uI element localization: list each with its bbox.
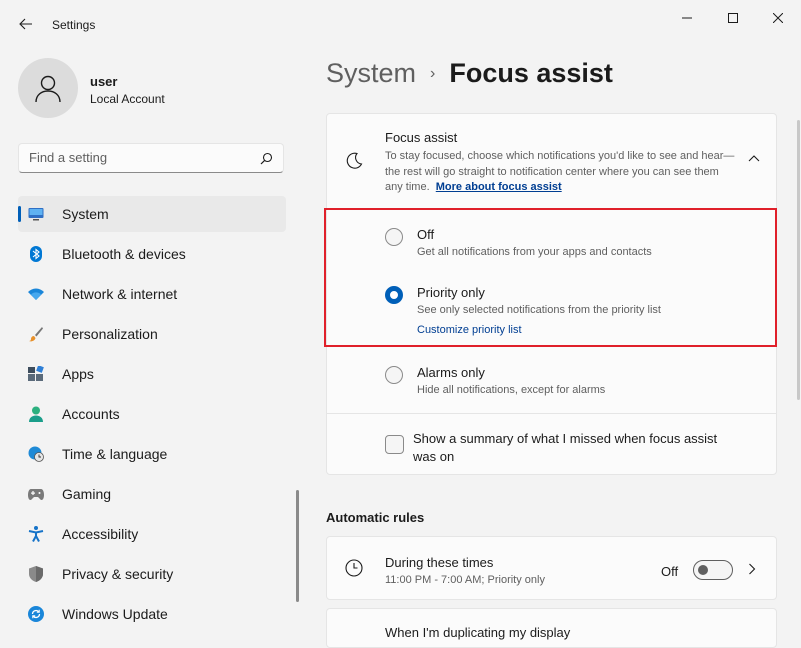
gamepad-icon [28,486,44,502]
sidebar-item-privacy-security[interactable]: Privacy & security [18,556,286,592]
minimize-icon [682,17,692,19]
wifi-icon [28,286,44,302]
sidebar-item-network[interactable]: Network & internet [18,276,286,312]
sidebar-item-gaming[interactable]: Gaming [18,476,286,512]
back-button[interactable] [14,12,38,36]
sidebar-item-label: Apps [62,366,94,382]
account-type: Local Account [90,92,165,106]
shield-icon [28,566,44,582]
close-button[interactable] [755,6,801,30]
radio-priority-only[interactable] [385,286,403,304]
toggle-state-label: Off [661,564,679,579]
sidebar-item-bluetooth[interactable]: Bluetooth & devices [18,236,286,272]
sidebar-item-label: Time & language [62,446,168,462]
focus-assist-card: Focus assist To stay focused, choose whi… [326,113,777,475]
more-about-link[interactable]: More about focus assist [436,181,562,193]
breadcrumb-parent[interactable]: System [326,58,416,88]
divider [327,208,776,209]
breadcrumb: System › Focus assist [326,58,613,89]
bluetooth-icon [28,246,44,262]
option-alarms-only[interactable]: Alarms only Hide all notifications, exce… [327,360,776,404]
page-title: Focus assist [449,58,613,88]
person-icon [35,75,61,103]
brush-icon [28,326,44,342]
sidebar-item-system[interactable]: System [18,196,286,232]
rule-duplicating-display[interactable]: When I'm duplicating my display [326,608,777,648]
summary-row[interactable]: Show a summary of what I missed when foc… [327,414,776,474]
toggle-knob [698,565,708,575]
option-title: Priority only [417,285,485,300]
option-title: Off [417,227,435,242]
sidebar-item-label: Accessibility [62,526,139,542]
summary-label: Show a summary of what I missed when foc… [413,431,718,464]
customize-priority-link[interactable]: Customize priority list [417,324,522,336]
radio-alarms-only[interactable] [385,366,403,384]
monitor-icon [28,206,44,222]
option-subtitle: See only selected notifications from the… [417,304,661,316]
rule-toggle[interactable] [693,560,733,580]
sidebar-item-apps[interactable]: Apps [18,356,286,392]
sidebar-item-label: Gaming [62,486,112,502]
back-arrow-icon [19,18,32,30]
apps-icon [28,366,44,382]
close-icon [773,13,783,23]
sidebar-item-accessibility[interactable]: Accessibility [18,516,286,552]
option-off[interactable]: Off Get all notifications from your apps… [327,222,776,272]
sidebar-item-accounts[interactable]: Accounts [18,396,286,432]
sidebar-item-label: Personalization [62,326,158,342]
option-title: Alarms only [417,365,485,380]
search-box[interactable] [18,143,284,173]
rule-subtitle: 11:00 PM - 7:00 AM; Priority only [385,574,545,586]
sidebar-item-label: Privacy & security [62,566,174,582]
app-title: Settings [52,18,96,32]
title-bar: Settings [0,0,801,48]
sidebar-item-label: Bluetooth & devices [62,246,186,262]
sidebar-scrollbar[interactable] [296,490,299,602]
section-title-automatic-rules: Automatic rules [326,510,425,525]
option-subtitle: Hide all notifications, except for alarm… [417,384,606,396]
radio-off[interactable] [385,228,403,246]
option-subtitle: Get all notifications from your apps and… [417,246,652,258]
moon-icon [346,152,363,169]
accessibility-icon [28,526,44,542]
avatar[interactable] [18,58,78,118]
sidebar-item-personalization[interactable]: Personalization [18,316,286,352]
content-scrollbar[interactable] [797,120,800,400]
chevron-up-icon[interactable] [748,154,760,162]
maximize-icon [728,13,738,23]
sidebar-item-windows-update[interactable]: Windows Update [18,596,286,632]
chevron-right-icon: › [430,65,436,82]
minimize-button[interactable] [664,6,710,30]
search-icon[interactable] [260,152,273,165]
sidebar-item-time-language[interactable]: Time & language [18,436,286,472]
sidebar-item-label: Network & internet [62,286,178,302]
person-icon [28,406,44,422]
rule-title: During these times [385,555,494,570]
summary-checkbox[interactable] [385,435,404,454]
rule-title: When I'm duplicating my display [385,625,571,640]
search-input[interactable] [29,150,249,165]
focus-assist-title: Focus assist [385,130,458,145]
rule-during-these-times[interactable]: During these times 11:00 PM - 7:00 AM; P… [326,536,777,600]
update-icon [28,606,44,622]
clock-icon [345,559,363,577]
sidebar-item-label: Windows Update [62,606,168,622]
focus-assist-description: To stay focused, choose which notificati… [385,149,735,196]
sidebar-item-label: Accounts [62,406,120,422]
sidebar-nav: System Bluetooth & devices Network & int… [18,196,286,636]
user-name: user [90,74,118,89]
maximize-button[interactable] [710,6,756,30]
globe-clock-icon [28,446,44,462]
option-priority-only[interactable]: Priority only See only selected notifica… [327,280,776,340]
chevron-right-icon[interactable] [748,563,756,575]
sidebar-item-label: System [62,206,109,222]
